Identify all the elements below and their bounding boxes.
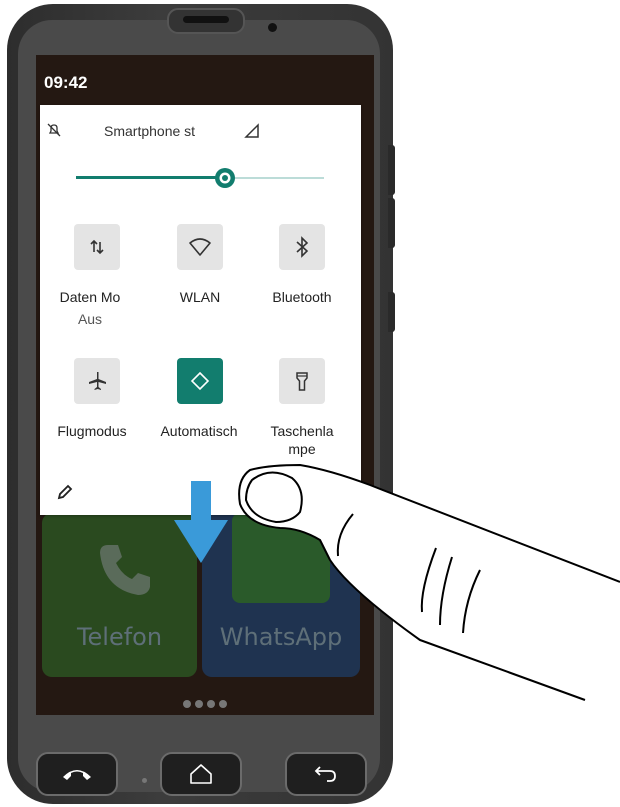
swipe-down-arrow-icon	[174, 481, 228, 563]
finger-illustration	[238, 464, 620, 701]
gesture-illustration	[174, 464, 620, 701]
